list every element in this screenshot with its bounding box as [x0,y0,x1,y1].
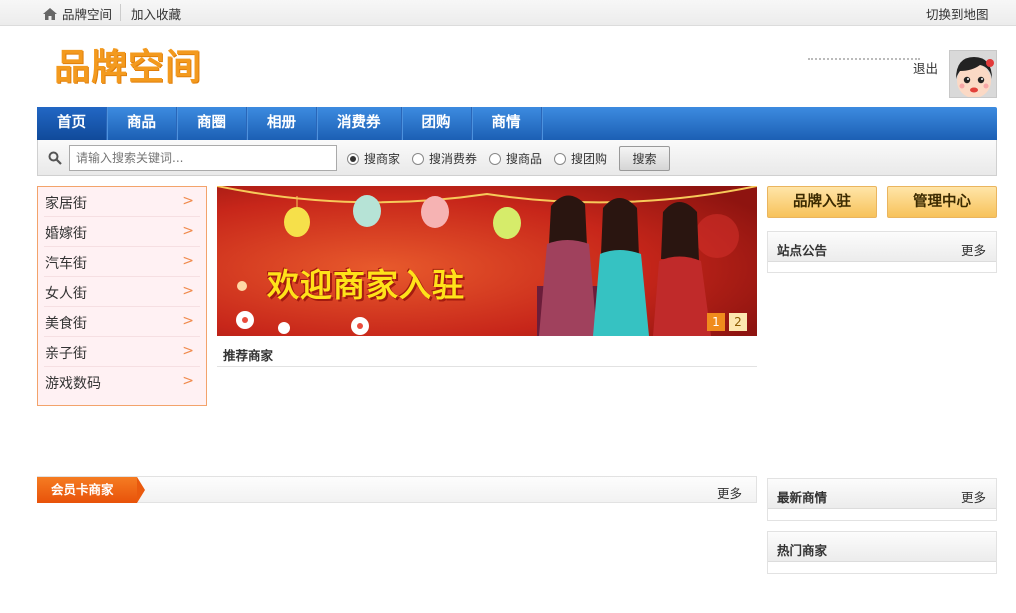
home-icon [43,7,57,20]
chevron-right-icon: > [182,253,194,269]
notice-panel: 站点公告 更多 [767,231,997,273]
latest-news-title: 最新商情 [777,490,828,505]
radio-search-products[interactable]: 搜商品 [489,150,542,167]
notice-title: 站点公告 [777,243,828,258]
hot-merchants-title: 热门商家 [777,543,828,558]
search-icon [48,151,62,165]
search-bar: 搜商家 搜消费券 搜商品 搜团购 搜索 [37,140,997,176]
category-label: 家居街 [45,196,87,212]
search-button[interactable]: 搜索 [619,146,670,171]
banner-headline: 欢迎商家入驻 [267,266,466,304]
category-label: 女人街 [45,286,87,302]
radio-search-group-buy[interactable]: 搜团购 [554,150,607,167]
chevron-right-icon: > [182,283,194,299]
nav-item-business-district[interactable]: 商圈 [177,107,247,140]
radio-dot [347,152,359,165]
nav-item-coupons[interactable]: 消费券 [317,107,402,140]
radio-dot [554,152,566,165]
search-input[interactable] [69,145,337,171]
category-sidebar: 家居街 > 婚嫁街 > 汽车街 > 女人街 > 美食街 > 亲子街 > 游戏数码… [37,186,207,406]
category-item-food[interactable]: 美食街 > [44,307,200,337]
category-item-games-digital[interactable]: 游戏数码 > [44,367,200,397]
home-link[interactable]: 品牌空间 [42,4,112,23]
category-label: 汽车街 [45,256,87,272]
category-item-auto[interactable]: 汽车街 > [44,247,200,277]
member-card-merchants-section: 会员卡商家 更多 [37,476,757,503]
home-link-label: 品牌空间 [62,7,113,22]
radio-label: 搜商品 [506,152,543,166]
main-nav: 首页 商品 商圈 相册 消费券 团购 商情 [37,107,997,140]
avatar[interactable] [949,50,997,98]
notice-more-link[interactable]: 更多 [961,240,986,259]
top-bar: 品牌空间 加入收藏 切换到地图 [0,0,1016,26]
nav-item-home[interactable]: 首页 [37,107,107,140]
category-label: 游戏数码 [45,376,101,392]
radio-dot [412,152,424,165]
banner-page-2[interactable]: 2 [729,313,747,331]
latest-news-panel: 最新商情 更多 [767,478,997,521]
radio-dot [489,152,501,165]
category-label: 亲子街 [45,346,87,362]
recommended-merchants-title: 推荐商家 [223,348,274,363]
latest-news-more-link[interactable]: 更多 [961,487,986,506]
latest-news-panel-header: 最新商情 更多 [768,479,996,509]
radio-search-merchants[interactable]: 搜商家 [347,150,400,167]
member-card-more-link[interactable]: 更多 [717,483,742,502]
member-card-merchants-title: 会员卡商家 [37,477,145,503]
user-info: 退出 [728,56,940,76]
recommended-merchants-section: 推荐商家 [217,340,757,367]
chevron-right-icon: > [182,223,194,239]
nav-item-group-buy[interactable]: 团购 [402,107,472,140]
radio-label: 搜商家 [364,152,401,166]
category-item-women[interactable]: 女人街 > [44,277,200,307]
chevron-right-icon: > [182,343,194,359]
hot-merchants-panel-header: 热门商家 [768,532,996,562]
switch-to-map-link[interactable]: 切换到地图 [926,4,989,23]
category-label: 美食街 [45,316,87,332]
nav-item-products[interactable]: 商品 [107,107,177,140]
radio-label: 搜消费券 [429,152,478,166]
category-label: 婚嫁街 [45,226,87,242]
top-bar-divider [120,4,121,21]
admin-center-button[interactable]: 管理中心 [887,186,997,218]
banner-slideshow[interactable]: 欢迎商家入驻 1 2 [217,186,757,336]
notice-panel-header: 站点公告 更多 [768,232,996,262]
chevron-right-icon: > [182,313,194,329]
nav-item-albums[interactable]: 相册 [247,107,317,140]
nav-item-business-news[interactable]: 商情 [472,107,542,140]
brand-join-button[interactable]: 品牌入驻 [767,186,877,218]
radio-label: 搜团购 [571,152,608,166]
category-item-wedding[interactable]: 婚嫁街 > [44,217,200,247]
category-item-home-furnishing[interactable]: 家居街 > [44,187,200,217]
user-info-text-blurred [808,58,920,64]
chevron-right-icon: > [182,193,194,209]
logout-link[interactable]: 退出 [913,58,938,77]
site-logo[interactable]: 品牌空间 [54,46,202,90]
avatar-cartoon-icon [950,51,996,97]
banner-page-1[interactable]: 1 [707,313,725,331]
add-favorite-link[interactable]: 加入收藏 [131,4,181,23]
chevron-right-icon: > [182,373,194,389]
hot-merchants-panel: 热门商家 [767,531,997,574]
radio-search-coupons[interactable]: 搜消费券 [412,150,477,167]
category-item-parent-child[interactable]: 亲子街 > [44,337,200,367]
